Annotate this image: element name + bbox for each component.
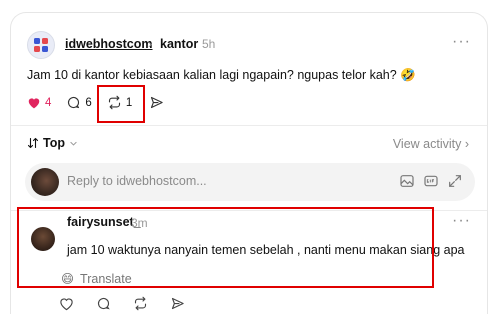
gif-icon[interactable] (423, 173, 439, 189)
brand-logo-icon (34, 38, 48, 52)
comment-text: jam 10 waktunya nanyain temen sebelah , … (67, 243, 465, 257)
topic-separator: › (148, 37, 152, 51)
like-button[interactable]: 4 (27, 96, 51, 109)
reply-composer[interactable]: Reply to idwebhostcom... (25, 163, 475, 201)
send-icon (151, 96, 163, 109)
section-divider (11, 210, 487, 211)
smile-emoji: 😄 (61, 272, 75, 286)
post-time: 5h (202, 37, 216, 51)
post-text: Jam 10 di kantor kebiasaan kalian lagi n… (27, 68, 416, 82)
sort-label: Top (43, 136, 65, 150)
repost-icon (108, 95, 120, 110)
expand-icon[interactable] (447, 173, 463, 189)
section-divider (11, 125, 487, 126)
reply-count: 6 (85, 96, 92, 109)
current-user-avatar (31, 168, 59, 196)
share-button[interactable] (149, 95, 164, 110)
comment-actions (59, 296, 185, 311)
view-activity-link[interactable]: View activity › (393, 137, 469, 151)
commenter-username[interactable]: fairysunset_ (67, 215, 141, 229)
send-icon[interactable] (170, 296, 185, 311)
heart-filled-icon (28, 98, 40, 109)
repost-icon[interactable] (133, 296, 148, 311)
reply-attachments (399, 173, 463, 189)
image-icon[interactable] (399, 173, 415, 189)
topic-tag[interactable]: kantor (160, 37, 198, 51)
comment-time: 3m (131, 216, 148, 230)
reply-input[interactable]: Reply to idwebhostcom... (67, 174, 207, 188)
post-actions: 4 6 1 (27, 95, 164, 110)
sort-dropdown[interactable]: Top (27, 136, 78, 150)
author-avatar[interactable] (27, 31, 55, 59)
like-count: 4 (45, 96, 52, 109)
post-more-button[interactable]: ··· (452, 33, 471, 51)
commenter-avatar[interactable] (31, 227, 55, 251)
author-username[interactable]: idwebhostcom (65, 37, 153, 51)
sort-icon (27, 137, 39, 149)
comment-more-button[interactable]: ··· (452, 212, 471, 230)
chevron-down-icon (70, 141, 77, 146)
translate-link[interactable]: 😄 Translate (61, 271, 132, 287)
heart-icon[interactable] (59, 297, 74, 311)
translate-label: Translate (80, 271, 132, 286)
repost-count: 1 (125, 96, 133, 109)
thread-card: idwebhostcom › kantor 5h ··· Jam 10 di k… (10, 12, 488, 314)
comment-icon[interactable] (96, 296, 111, 311)
repost-button[interactable]: 1 (107, 95, 132, 110)
comment-icon (68, 96, 80, 109)
reply-button[interactable]: 6 (66, 95, 92, 110)
